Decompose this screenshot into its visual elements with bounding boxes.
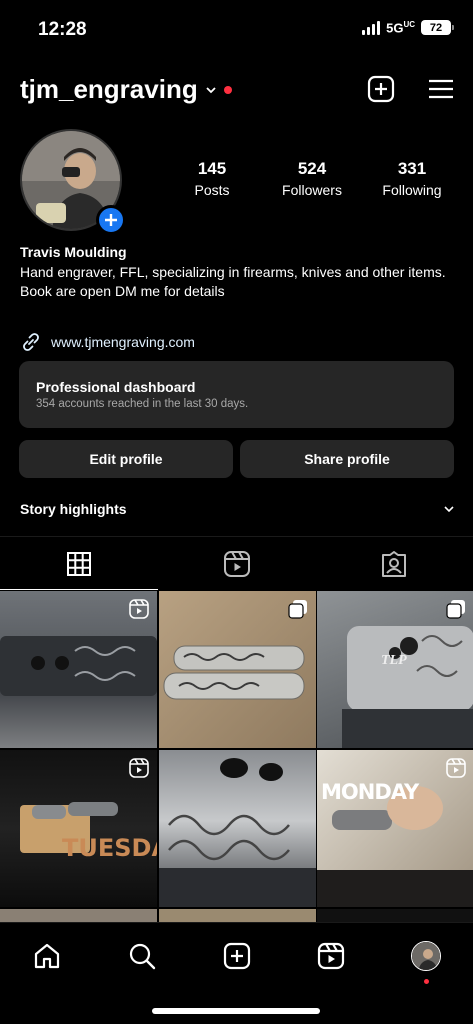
post-thumbnail[interactable]: MONDAY (317, 750, 473, 907)
divider (0, 536, 473, 537)
carousel-icon (287, 600, 307, 619)
plus-icon (105, 214, 117, 226)
profile-bio: Travis Moulding Hand engraver, FFL, spec… (20, 243, 460, 302)
engraved-knife-image (158, 758, 316, 907)
reels-icon (446, 758, 466, 778)
reels-icon (317, 942, 345, 970)
display-name: Travis Moulding (20, 244, 127, 260)
post-overlay-text: MONDAY (321, 780, 419, 804)
stat-following[interactable]: 331 Following (362, 159, 462, 198)
nav-search[interactable] (126, 940, 158, 972)
professional-dashboard[interactable]: Professional dashboard 354 accounts reac… (19, 361, 454, 428)
status-indicators: 5GUC 72 (362, 20, 454, 36)
following-label: Following (382, 182, 442, 198)
post-thumbnail[interactable] (158, 591, 316, 748)
dashboard-subtitle: 354 accounts reached in the last 30 days… (36, 398, 249, 410)
edit-profile-button[interactable]: Edit profile (19, 440, 233, 478)
account-switcher[interactable]: tjm_engraving (20, 74, 232, 105)
search-icon (129, 943, 156, 970)
bio-text: Hand engraver, FFL, specializing in fire… (20, 263, 446, 280)
stat-followers[interactable]: 524 Followers (262, 159, 362, 198)
post-thumbnail[interactable] (0, 591, 157, 748)
website-url: www.tjmengraving.com (51, 334, 195, 350)
tab-tagged[interactable] (315, 538, 473, 590)
reels-icon (129, 758, 149, 778)
post-overlay-text: TLP (381, 653, 407, 668)
plus-square-icon[interactable] (366, 74, 396, 104)
reels-icon (129, 599, 149, 619)
reels-icon (223, 551, 250, 577)
posts-count: 145 (197, 159, 227, 178)
status-bar: 12:28 5GUC 72 (0, 0, 473, 58)
avatar (411, 941, 441, 971)
dashboard-title: Professional dashboard (36, 379, 196, 395)
share-profile-button[interactable]: Share profile (240, 440, 454, 478)
notification-dot (223, 85, 232, 94)
bio-text-2: Book are open DM me for details (20, 283, 225, 299)
story-highlights-title: Story highlights (20, 501, 127, 517)
username: tjm_engraving (20, 74, 198, 104)
profile-header: tjm_engraving (0, 70, 473, 108)
plus-square-icon (223, 942, 251, 970)
notification-dot (424, 979, 429, 984)
followers-count: 524 (297, 159, 327, 178)
network-label: 5GUC (386, 20, 415, 36)
profile-avatar[interactable] (20, 129, 126, 235)
story-highlights-toggle[interactable]: Story highlights (20, 501, 455, 517)
profile-tabs (0, 538, 473, 590)
following-count: 331 (397, 159, 427, 178)
tab-reels[interactable] (158, 538, 316, 590)
battery-icon: 72 (421, 20, 454, 36)
stat-posts[interactable]: 145 Posts (162, 159, 262, 198)
status-time: 12:28 (38, 19, 87, 40)
tab-grid[interactable] (0, 538, 158, 590)
nav-reels[interactable] (315, 940, 347, 972)
home-icon (34, 943, 60, 969)
followers-label: Followers (282, 182, 342, 198)
nav-create[interactable] (221, 940, 253, 972)
post-thumbnail[interactable] (158, 750, 316, 907)
home-indicator (152, 1008, 320, 1014)
nav-home[interactable] (31, 940, 63, 972)
grid-icon (66, 551, 91, 576)
link-icon (23, 333, 39, 351)
cellular-signal-icon (362, 20, 381, 35)
nav-profile[interactable] (410, 940, 442, 972)
profile-stats: 145 Posts 524 Followers 331 Following (162, 159, 462, 198)
chevron-down-icon (444, 506, 454, 513)
carousel-icon (446, 600, 465, 619)
add-story-button[interactable] (96, 205, 126, 235)
website-link[interactable]: www.tjmengraving.com (20, 331, 195, 353)
tagged-person-icon (382, 551, 407, 577)
chevron-down-icon (206, 86, 216, 93)
posts-label: Posts (194, 182, 230, 198)
post-thumbnail[interactable]: TUESDAY (0, 750, 157, 907)
posts-grid: TLP TUESDAY MONDAY (0, 591, 473, 925)
hamburger-menu-icon[interactable] (426, 74, 456, 104)
post-overlay-text: TUESDAY (62, 834, 157, 862)
post-thumbnail[interactable]: TLP (317, 591, 473, 748)
